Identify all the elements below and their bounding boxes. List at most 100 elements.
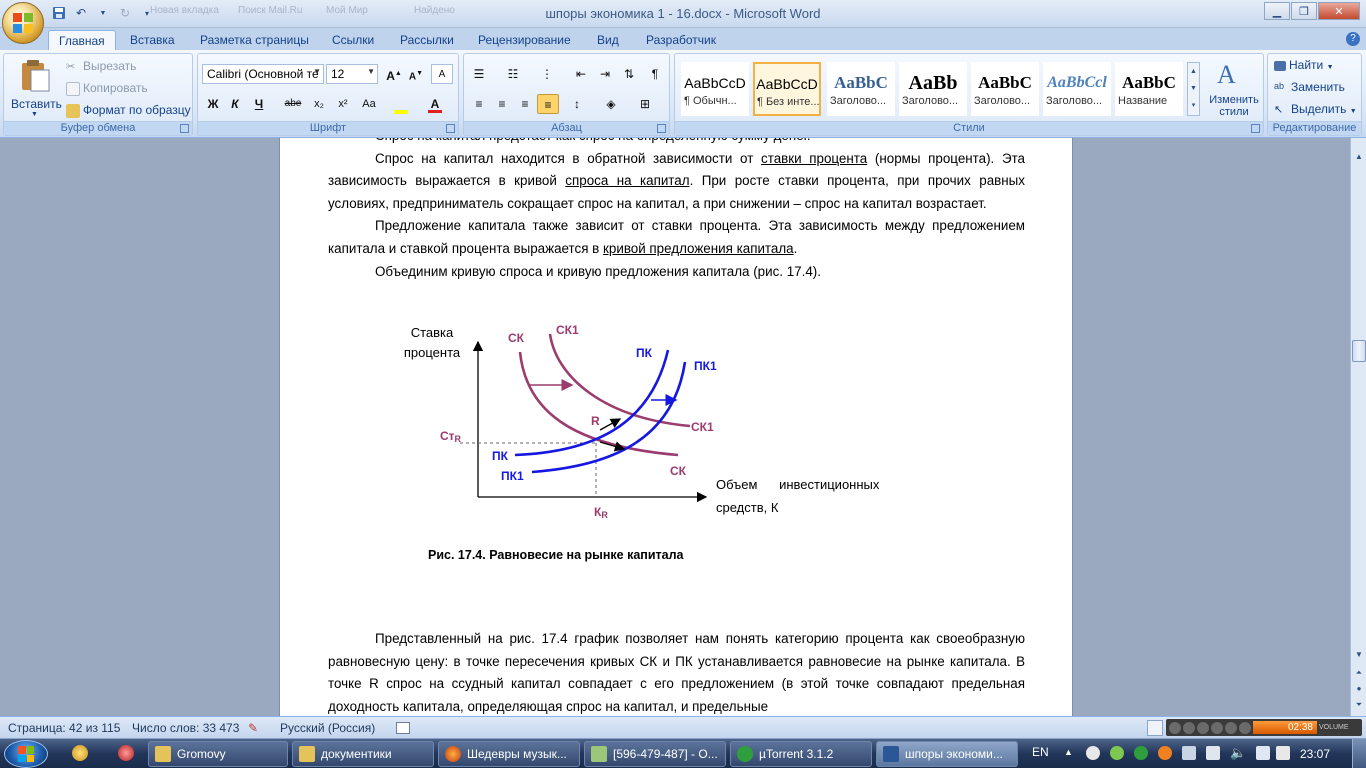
italic-button[interactable]: К (224, 94, 246, 114)
taskbar-item[interactable]: Шедевры музык... (438, 741, 580, 767)
page-count[interactable]: Страница: 42 из 115 (8, 721, 120, 735)
font-family-select[interactable]: Calibri (Основной те ▼ (202, 64, 324, 84)
grow-font-button[interactable]: A▲ (383, 64, 405, 84)
strikethrough-button[interactable]: abe (282, 94, 304, 114)
browse-object-icon[interactable]: ● (1352, 682, 1366, 696)
tray-icon[interactable] (1276, 746, 1290, 760)
subscript-button[interactable]: x₂ (308, 94, 330, 114)
next-page-icon[interactable]: ⏷ (1352, 698, 1366, 712)
align-left-icon[interactable]: ≡ (468, 94, 490, 114)
play-icon[interactable] (1183, 721, 1195, 734)
cut-button[interactable]: ✂ Вырезать (66, 59, 136, 74)
save-icon[interactable] (50, 4, 68, 22)
volume-icon[interactable]: 🔈 (1230, 745, 1246, 761)
undo-icon[interactable]: ↶ (72, 4, 90, 22)
paste-button[interactable]: Вставить ▼ (9, 57, 62, 119)
font-color-icon[interactable]: A (424, 94, 446, 114)
tab-view[interactable]: Вид (587, 30, 629, 50)
justify-icon[interactable]: ≡ (537, 94, 559, 114)
next-icon[interactable] (1225, 721, 1237, 734)
copy-button[interactable]: Копировать (66, 81, 148, 96)
document-page[interactable]: Спрос на капитал предстает как спрос на … (279, 138, 1073, 716)
stop-icon[interactable] (1211, 721, 1223, 734)
change-case-button[interactable]: Aa (358, 94, 380, 114)
show-desktop-button[interactable] (1352, 739, 1366, 768)
volume-label[interactable]: VOLUME (1319, 724, 1359, 731)
bold-button[interactable]: Ж (202, 94, 224, 114)
redo-icon[interactable]: ↻ (116, 4, 134, 22)
close-button[interactable]: ✕ (1318, 2, 1360, 20)
superscript-button[interactable]: x² (332, 94, 354, 114)
media-player[interactable]: 02:38 VOLUME (1166, 719, 1362, 736)
decrease-indent-icon[interactable]: ⇤ (570, 64, 592, 84)
help-icon[interactable]: ? (1346, 32, 1360, 46)
dropdown-icon[interactable]: ▼ (94, 4, 112, 22)
language-indicator[interactable]: Русский (Россия) (280, 721, 375, 735)
shrink-font-button[interactable]: A▼ (405, 64, 427, 84)
bullets-icon[interactable]: ☰ (468, 64, 490, 84)
taskbar-item[interactable]: [596-479-487] - О... (584, 741, 726, 767)
show-marks-icon[interactable]: ¶ (644, 64, 666, 84)
format-painter-button[interactable]: Формат по образцу (66, 103, 191, 118)
taskbar-item[interactable]: Gromovy (148, 741, 288, 767)
style-no-spacing[interactable]: AaBbCcD ¶ Без инте... (753, 62, 821, 116)
align-center-icon[interactable]: ≡ (491, 94, 513, 114)
tab-developer[interactable]: Разработчик (636, 30, 726, 50)
language-indicator[interactable]: EN (1032, 745, 1049, 759)
macro-record-icon[interactable] (396, 722, 410, 734)
font-size-select[interactable]: 12 ▼ (326, 64, 378, 84)
increase-indent-icon[interactable]: ⇥ (594, 64, 616, 84)
shading-icon[interactable]: ◈ (600, 94, 622, 114)
print-layout-icon[interactable] (1147, 719, 1163, 736)
utorrent-tray-icon[interactable] (1134, 746, 1148, 760)
align-right-icon[interactable]: ≡ (514, 94, 536, 114)
style-heading-1[interactable]: AaBbC Заголово... (827, 62, 895, 116)
previous-page-icon[interactable]: ⏶ (1352, 666, 1366, 680)
minimize-button[interactable]: ▁ (1264, 2, 1290, 20)
scroll-up-icon[interactable]: ▲ (1352, 150, 1366, 164)
pause-icon[interactable] (1197, 721, 1209, 734)
style-title[interactable]: AaBbC Название (1115, 62, 1183, 116)
tab-mailings[interactable]: Рассылки (390, 30, 464, 50)
tray-icon[interactable] (1158, 746, 1172, 760)
styles-scroll[interactable]: ▲ ▼ ▾ (1187, 62, 1200, 116)
maximize-button[interactable]: ❐ (1291, 2, 1317, 20)
line-spacing-icon[interactable]: ↕ (566, 94, 588, 114)
tray-icon[interactable] (1110, 746, 1124, 760)
eject-icon[interactable] (1239, 721, 1251, 734)
vertical-scrollbar[interactable]: ▲ ▼ ⏶ ● ⏷ (1350, 138, 1366, 716)
multilevel-list-icon[interactable]: ⋮ (536, 64, 558, 84)
tab-review[interactable]: Рецензирование (468, 30, 581, 50)
word-count[interactable]: Число слов: 33 473 (132, 721, 239, 735)
network-icon[interactable] (1206, 746, 1220, 760)
taskbar-item[interactable]: шпоры экономи... (876, 741, 1018, 767)
dialog-launcher-icon[interactable] (1251, 124, 1260, 133)
scroll-thumb[interactable] (1352, 340, 1366, 362)
office-button[interactable] (2, 2, 44, 44)
tab-page-layout[interactable]: Разметка страницы (190, 30, 319, 50)
style-heading-2[interactable]: AaBb Заголово... (899, 62, 967, 116)
hyperlink[interactable]: ставки процента (761, 151, 867, 166)
dialog-launcher-icon[interactable] (180, 124, 189, 133)
dialog-launcher-icon[interactable] (446, 124, 455, 133)
quicklaunch-icon[interactable] (118, 745, 134, 761)
clear-formatting-button[interactable]: A (431, 64, 453, 84)
scroll-down-icon[interactable]: ▼ (1352, 648, 1366, 662)
clock[interactable]: 23:07 (1300, 747, 1330, 761)
select-button[interactable]: ↖ Выделить ▼ (1274, 102, 1357, 117)
sort-icon[interactable]: ⇅ (618, 64, 640, 84)
tab-references[interactable]: Ссылки (322, 30, 384, 50)
change-styles-button[interactable]: A Изменить стили (1203, 58, 1263, 120)
borders-icon[interactable]: ⊞ (634, 94, 656, 114)
numbering-icon[interactable]: ☷ (502, 64, 524, 84)
spelling-icon[interactable]: ✎ (248, 721, 258, 735)
taskbar-item[interactable]: µTorrent 3.1.2 (730, 741, 872, 767)
style-heading-4[interactable]: AaBbCcl Заголово... (1043, 62, 1111, 116)
replace-button[interactable]: ab Заменить (1274, 80, 1345, 95)
highlight-icon[interactable] (390, 94, 412, 114)
start-button[interactable] (4, 740, 48, 768)
tray-icon[interactable] (1256, 746, 1270, 760)
quicklaunch-icon[interactable] (72, 745, 88, 761)
style-heading-3[interactable]: AaBbC Заголово... (971, 62, 1039, 116)
taskbar-item[interactable]: документики (292, 741, 434, 767)
